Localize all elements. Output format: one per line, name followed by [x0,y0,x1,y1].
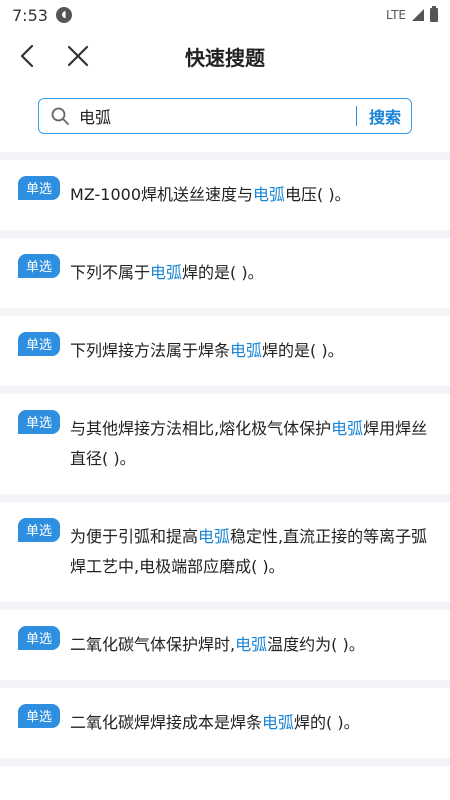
search-icon [49,105,71,127]
chevron-left-icon [20,44,34,68]
question-text: 与其他焊接方法相比,熔化极气体保护电弧焊用焊丝直径( )。 [70,419,428,468]
keyword-highlight: 电弧 [150,263,183,282]
question-item[interactable]: 单选 为便于引弧和提高电弧稳定性,直流正接的等离子弧焊工艺中,电极端部应磨成( … [0,502,450,602]
question-type-badge: 单选 [18,410,61,434]
question-text: 下列不属于电弧焊的是( )。 [70,263,264,282]
question-item[interactable]: 单选 二氧化碳焊焊接成本是焊条电弧焊的( )。 [0,688,450,758]
search-bar: 搜索 [0,82,450,138]
close-button[interactable] [60,38,96,74]
question-item[interactable]: 单选 下列焊接方法属于焊条电弧焊的是( )。 [0,316,450,386]
keyword-highlight: 电弧 [262,713,295,732]
divider [0,386,450,394]
header: 快速搜题 [0,30,450,82]
close-icon [67,45,89,67]
divider [0,494,450,502]
question-item[interactable]: 单选 下列不属于电弧焊的是( )。 [0,238,450,308]
status-time: 7:53 [12,5,48,25]
question-type-badge: 单选 [18,176,61,200]
question-text: MZ-1000焊机送丝速度与电弧电压( )。 [70,185,351,204]
question-type-badge: 单选 [18,626,61,650]
search-box: 搜索 [38,98,412,134]
divider [0,152,450,160]
keyword-highlight: 电弧 [331,419,364,438]
question-type-badge: 单选 [18,254,61,278]
question-type-badge: 单选 [18,704,61,728]
battery-icon [430,6,438,22]
keyword-highlight: 电弧 [235,635,268,654]
divider [0,230,450,238]
question-item[interactable]: 单选 二氧化碳气体保护焊时,电弧温度约为( )。 [0,610,450,680]
search-input[interactable] [71,105,344,127]
keyword-highlight: 电弧 [198,527,231,546]
back-button[interactable] [10,38,46,74]
question-list: 单选 MZ-1000焊机送丝速度与电弧电压( )。 单选 下列不属于电弧焊的是(… [0,152,450,766]
app-notification-icon: ◖ [55,7,72,23]
question-text: 下列焊接方法属于焊条电弧焊的是( )。 [70,341,344,360]
keyword-highlight: 电弧 [253,185,286,204]
question-item[interactable]: 单选 MZ-1000焊机送丝速度与电弧电压( )。 [0,160,450,230]
search-button[interactable]: 搜索 [369,104,401,128]
question-type-badge: 单选 [18,332,61,356]
question-text: 为便于引弧和提高电弧稳定性,直流正接的等离子弧焊工艺中,电极端部应磨成( )。 [70,527,428,576]
signal-icon [412,9,424,21]
network-type: LTE [386,8,406,22]
divider [0,758,450,766]
question-text: 二氧化碳气体保护焊时,电弧温度约为( )。 [70,635,365,654]
keyword-highlight: 电弧 [230,341,263,360]
divider [0,680,450,688]
divider [0,602,450,610]
status-bar: 7:53 ◖ LTE [0,0,450,30]
question-type-badge: 单选 [18,518,61,542]
divider [0,308,450,316]
search-divider [355,106,357,126]
question-item[interactable]: 单选 与其他焊接方法相比,熔化极气体保护电弧焊用焊丝直径( )。 [0,394,450,494]
question-text: 二氧化碳焊焊接成本是焊条电弧焊的( )。 [70,713,360,732]
